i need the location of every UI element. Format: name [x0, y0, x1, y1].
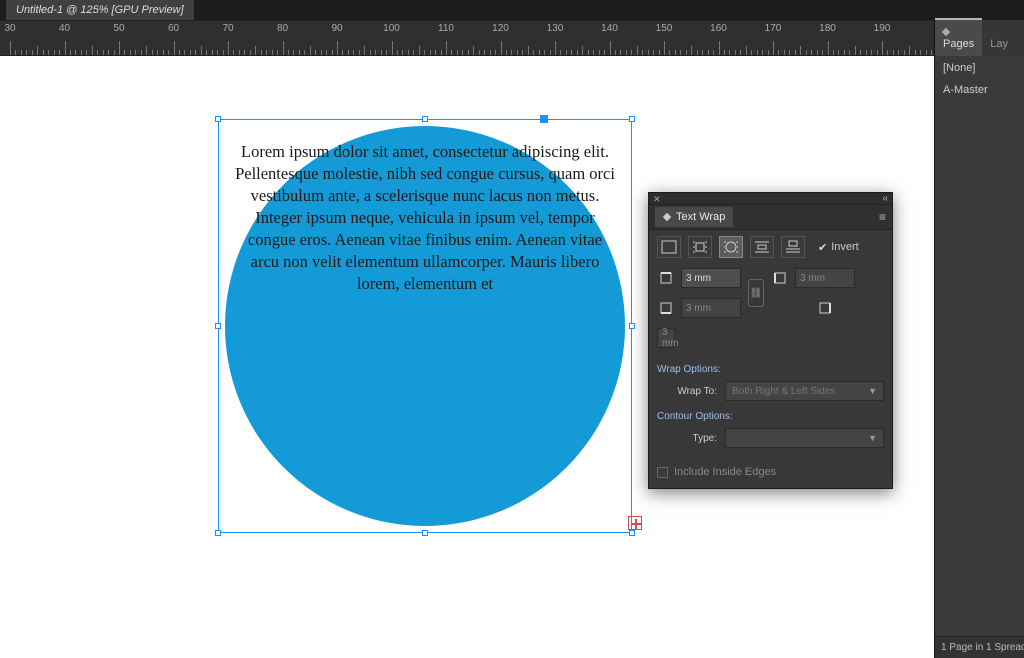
chevron-down-icon: ▼: [868, 433, 877, 443]
document-tab[interactable]: Untitled-1 @ 125% [GPU Preview]: [6, 0, 194, 20]
checkmark-icon: ✔: [818, 241, 827, 254]
overset-text-icon[interactable]: [628, 516, 642, 530]
ruler-number: 190: [874, 23, 891, 34]
wrap-object-shape-button[interactable]: [719, 236, 743, 258]
offset-left-input[interactable]: 3 mm: [795, 268, 855, 288]
diamond-icon: [663, 213, 671, 221]
panel-tab-row: Text Wrap ≡: [649, 205, 892, 230]
ruler-number: 50: [113, 23, 124, 34]
ruler-number: 140: [601, 23, 618, 34]
handle-bottom-right[interactable]: [629, 530, 635, 536]
pages-item-a-master[interactable]: A-Master: [943, 84, 1016, 96]
invert-checkbox[interactable]: ✔ Invert: [818, 241, 859, 254]
checkbox-icon: [657, 467, 668, 478]
chevron-down-icon: ▼: [868, 386, 877, 396]
pages-panel: [None] A-Master 1 Page in 1 Spread: [934, 56, 1024, 658]
ruler-number: 110: [438, 23, 454, 34]
close-icon[interactable]: ✕: [653, 194, 661, 205]
wrap-options-label: Wrap Options:: [649, 358, 892, 377]
wrap-bounding-box-button[interactable]: [688, 236, 712, 258]
wrap-jump-object-button[interactable]: [750, 236, 774, 258]
offset-bottom-input[interactable]: 3 mm: [681, 298, 741, 318]
handle-mid-left[interactable]: [215, 323, 221, 329]
panel-drag-bar[interactable]: ✕ «: [649, 193, 892, 205]
link-offsets-button[interactable]: ⛓: [748, 279, 764, 307]
ruler-number: 120: [492, 23, 509, 34]
ruler-number: 40: [59, 23, 70, 34]
pages-list: [None] A-Master: [935, 56, 1024, 636]
offset-top-input[interactable]: 3 mm: [681, 268, 741, 288]
wrap-to-dropdown[interactable]: Both Right & Left Sides ▼: [725, 381, 884, 401]
wrap-none-button[interactable]: [657, 236, 681, 258]
text-wrap-panel[interactable]: ✕ « Text Wrap ≡ ✔ Invert: [648, 192, 893, 489]
offset-bottom-icon: [657, 301, 675, 315]
type-dropdown[interactable]: ▼: [725, 428, 884, 448]
panel-menu-icon[interactable]: ≡: [879, 210, 886, 224]
diamond-icon: [942, 28, 950, 36]
text-frame-content[interactable]: Lorem ipsum dolor sit amet, consectetur …: [235, 141, 615, 295]
ruler-number: 70: [222, 23, 233, 34]
offset-right-icon: [795, 301, 855, 315]
offset-left-icon: [771, 271, 789, 285]
tab-text-wrap[interactable]: Text Wrap: [655, 207, 733, 227]
wrap-to-row: Wrap To: Both Right & Left Sides ▼: [649, 377, 892, 405]
title-bar: Untitled-1 @ 125% [GPU Preview]: [0, 0, 1024, 20]
handle-bottom-left[interactable]: [215, 530, 221, 536]
right-panel-tabs: Pages Lay: [934, 20, 1024, 56]
offset-right-input[interactable]: 3 mm: [657, 328, 675, 348]
ruler-number: 60: [168, 23, 179, 34]
wrap-to-label: Wrap To:: [657, 386, 717, 397]
type-row: Type: ▼: [649, 424, 892, 452]
include-inside-edges[interactable]: Include Inside Edges: [649, 452, 892, 488]
handle-bottom-center[interactable]: [422, 530, 428, 536]
handle-mid-right[interactable]: [629, 323, 635, 329]
ruler-number: 130: [547, 23, 564, 34]
wrap-jump-column-button[interactable]: [781, 236, 805, 258]
panel-title: Text Wrap: [676, 211, 725, 223]
tab-layers[interactable]: Lay: [982, 30, 1024, 56]
ruler-number: 90: [331, 23, 342, 34]
handle-top-center[interactable]: [422, 116, 428, 122]
wrap-to-value: Both Right & Left Sides: [732, 386, 835, 397]
handle-top-left[interactable]: [215, 116, 221, 122]
handle-top-right[interactable]: [629, 116, 635, 122]
type-label: Type:: [657, 433, 717, 444]
offset-top-icon: [657, 271, 675, 285]
contour-options-label: Contour Options:: [649, 405, 892, 424]
offset-grid: 3 mm ⛓ 3 mm 3 mm 3 mm: [649, 264, 892, 358]
ruler-number: 150: [656, 23, 673, 34]
ruler-area: 30 40 50 60 70 80 90 100 110 120 130 140 150 160 170 18…: [0, 20, 1024, 56]
tab-pages-label: Pages: [943, 38, 974, 50]
ruler-number: 100: [383, 23, 400, 34]
content-grabber[interactable]: [540, 115, 548, 123]
pages-item-none[interactable]: [None]: [943, 62, 1016, 74]
ruler-number: 80: [277, 23, 288, 34]
invert-label: Invert: [831, 241, 859, 253]
include-label: Include Inside Edges: [674, 466, 776, 478]
tab-pages[interactable]: Pages: [935, 18, 982, 56]
horizontal-ruler[interactable]: 30 40 50 60 70 80 90 100 110 120 130 140 150 160 170 18…: [0, 20, 934, 56]
collapse-icon[interactable]: «: [882, 193, 888, 204]
ruler-number: 180: [819, 23, 836, 34]
pages-footer: 1 Page in 1 Spread: [935, 636, 1024, 658]
wrap-mode-row: ✔ Invert: [649, 230, 892, 264]
ruler-number: 170: [765, 23, 782, 34]
ruler-number: 160: [710, 23, 727, 34]
ruler-number: 30: [4, 23, 15, 34]
